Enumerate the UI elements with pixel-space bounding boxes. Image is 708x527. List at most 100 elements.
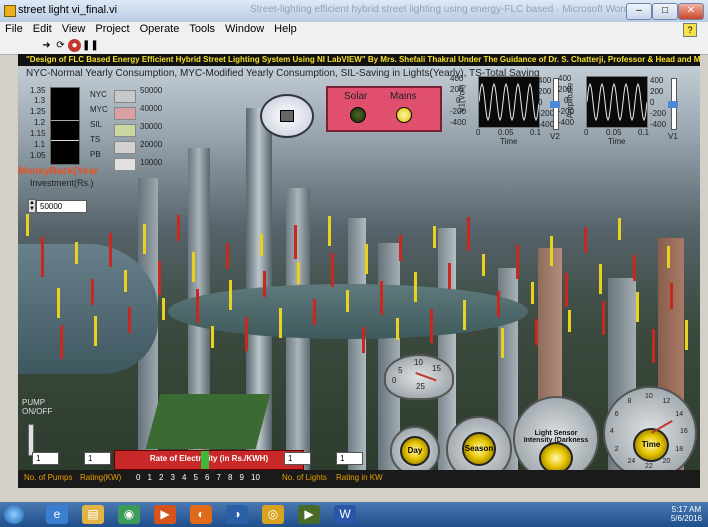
menu-view[interactable]: View xyxy=(57,22,91,36)
mains-label: Mains xyxy=(390,91,417,102)
season-knob[interactable]: Season xyxy=(462,432,496,466)
bar-indicators xyxy=(114,90,136,175)
lights-label: No. of Lights xyxy=(282,473,327,482)
investment-stepper[interactable]: ▲ ▼ xyxy=(28,199,36,213)
tower xyxy=(348,218,366,488)
nyc-label: NYC xyxy=(90,90,107,99)
rate-tick: 1 xyxy=(147,473,152,482)
media-player-icon[interactable]: ▶ xyxy=(154,505,176,524)
street-light-pole xyxy=(93,316,97,346)
time-tick: 14 xyxy=(675,410,684,418)
rate-tick: 2 xyxy=(159,473,164,482)
menu-help[interactable]: Help xyxy=(269,22,302,36)
menu-tools[interactable]: Tools xyxy=(184,22,220,36)
street-light-pole xyxy=(583,227,587,253)
scale-label: 1.3 xyxy=(34,96,46,105)
menu-project[interactable]: Project xyxy=(90,22,134,36)
street-light-pole xyxy=(312,299,316,325)
pause-icon[interactable]: ❚❚ xyxy=(82,39,99,52)
rate-tick: 10 xyxy=(251,473,260,482)
abort-icon[interactable]: ● xyxy=(68,39,81,52)
word-icon[interactable]: W xyxy=(334,505,356,524)
window-titlebar: street light vi_final.vi Street-lighting… xyxy=(0,0,708,23)
maximize-button[interactable]: □ xyxy=(652,3,678,20)
app-icon[interactable]: ◉ xyxy=(118,505,140,524)
run-arrow-icon[interactable]: ➜ xyxy=(40,39,53,52)
street-light-pole xyxy=(636,292,640,322)
toolbar: ➜ ⟳ ● ❚❚ xyxy=(0,38,708,55)
pump-rating-input[interactable]: 1 xyxy=(84,452,111,465)
pumps-input[interactable]: 1 xyxy=(32,452,59,465)
rate-tick: 4 xyxy=(182,473,187,482)
scope1-ylabel: V1(Volt) xyxy=(457,84,467,113)
street-light-pole xyxy=(632,255,636,281)
window-title: street light vi_final.vi xyxy=(18,4,118,16)
street-light-pole xyxy=(568,310,572,332)
day-dial[interactable]: Day xyxy=(390,426,440,476)
firefox-icon[interactable]: ◐ xyxy=(190,505,212,524)
solar-label: Solar xyxy=(344,91,368,102)
time-tick: 2 xyxy=(614,445,619,453)
taskbar: e ▤ ◉ ▶ ◐ ◑ ◎ ▶ W 5:17 AM 5/6/2016 xyxy=(0,502,708,527)
pump-rating-label: Rating(KW) xyxy=(80,473,122,482)
v1-slider[interactable] xyxy=(668,78,678,130)
lights-input[interactable]: 1 xyxy=(284,452,311,465)
street-light-pole xyxy=(666,246,670,268)
street-light-pole xyxy=(670,283,674,309)
street-light-pole xyxy=(395,318,399,340)
rate-tick: 0 xyxy=(136,473,141,482)
bar-labels: NYC MYC SIL TS PB xyxy=(90,90,108,165)
street-light-pole xyxy=(432,226,436,248)
street-light-pole xyxy=(599,264,602,294)
street-light-pole xyxy=(346,290,350,312)
rate-tick: 8 xyxy=(228,473,233,482)
street-light-pole xyxy=(515,245,519,279)
start-button[interactable] xyxy=(4,505,24,524)
street-light-pole xyxy=(229,280,233,310)
time-dial[interactable]: 10 12 14 16 18 20 22 24 2 4 6 8 Time xyxy=(603,386,697,480)
street-light-pole xyxy=(602,301,606,335)
close-button[interactable]: ✕ xyxy=(678,3,704,20)
ts-label: TS xyxy=(90,135,101,144)
menu-operate[interactable]: Operate xyxy=(135,22,185,36)
time-tick: 22 xyxy=(645,463,653,470)
context-help-icon[interactable]: ? xyxy=(683,23,697,37)
labview-icon[interactable]: ▶ xyxy=(298,505,320,524)
rate-slider[interactable]: Rate of Electricity (in Rs./KWH) xyxy=(114,450,304,470)
street-light-pole xyxy=(429,309,433,343)
system-clock[interactable]: 5:17 AM 5/6/2016 xyxy=(671,505,702,523)
street-light-pole xyxy=(482,254,485,276)
gauge-tick: 25 xyxy=(416,382,425,391)
run-continuous-icon[interactable]: ⟳ xyxy=(54,39,67,52)
chrome-icon[interactable]: ◎ xyxy=(262,505,284,524)
street-light-pole xyxy=(244,317,248,351)
street-light-pole xyxy=(26,214,29,236)
street-light-pole xyxy=(685,320,689,350)
myc-label: MYC xyxy=(90,105,108,114)
minimize-button[interactable]: – xyxy=(626,3,652,20)
source-selector-icon[interactable] xyxy=(260,94,314,138)
day-knob[interactable]: Day xyxy=(400,436,430,466)
menu-window[interactable]: Window xyxy=(220,22,269,36)
scope1-xtick: 0.05 xyxy=(498,128,514,137)
time-tick: 10 xyxy=(645,393,653,400)
app-icon[interactable]: ◑ xyxy=(226,505,248,524)
ie-icon[interactable]: e xyxy=(46,505,68,524)
investment-input[interactable]: 50000 xyxy=(36,200,87,213)
rate-slider-thumb[interactable] xyxy=(201,451,209,469)
folder-icon[interactable]: ▤ xyxy=(82,505,104,524)
gauge-tick: 10 xyxy=(414,358,423,367)
clock-date: 5/6/2016 xyxy=(670,514,702,523)
source-indicator-panel: Solar Mains xyxy=(326,86,442,132)
menu-file[interactable]: File xyxy=(0,22,28,36)
street-light-pole xyxy=(124,270,128,292)
menu-edit[interactable]: Edit xyxy=(28,22,57,36)
moneyback-label: MoneyBack(Year xyxy=(18,166,99,177)
light-rating-input[interactable]: 1 xyxy=(336,452,363,465)
bar-axis-tick: 20000 xyxy=(140,140,163,149)
time-tick: 4 xyxy=(610,428,614,435)
street-light-pole xyxy=(617,218,621,240)
street-light-pole xyxy=(176,215,180,241)
slider-tick: 200 xyxy=(538,87,552,96)
river xyxy=(18,244,158,374)
